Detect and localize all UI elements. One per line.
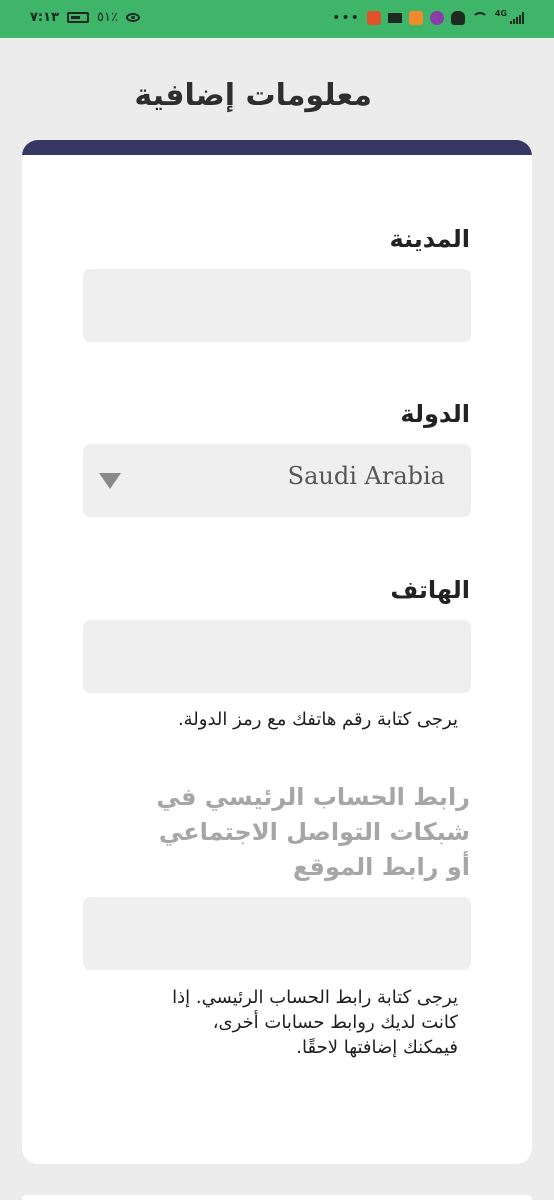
battery-percentage: ٥١٪ — [97, 10, 118, 25]
form-card: المدينة الدولة Saudi Arabia الهاتف يرجى … — [22, 140, 532, 1164]
phone-input[interactable] — [83, 620, 471, 693]
mail-icon — [387, 12, 402, 23]
status-bar: ٧:١٣ ٥١٪ ••• 4G — [0, 0, 554, 38]
social-link-label-line-3: أو رابط الموقع — [292, 853, 470, 881]
social-link-help-line-1: يرجى كتابة رابط الحساب الرئيسي. إذا — [172, 987, 458, 1008]
card-accent-bar — [22, 140, 532, 155]
social-link-label: رابط الحساب الرئيسي في شبكات التواصل الا… — [110, 780, 470, 885]
city-label: المدينة — [389, 225, 470, 253]
battery-icon — [67, 12, 90, 23]
instagram-icon — [429, 10, 444, 25]
social-link-help-text: يرجى كتابة رابط الحساب الرئيسي. إذا كانت… — [172, 985, 458, 1060]
country-label: الدولة — [400, 400, 470, 428]
social-link-label-line-2: شبكات التواصل الاجتماعي — [158, 818, 470, 846]
country-select[interactable]: Saudi Arabia — [83, 444, 471, 517]
city-input[interactable] — [83, 269, 471, 342]
phone-help-text: يرجى كتابة رقم هاتفك مع رمز الدولة. — [177, 709, 458, 730]
dropdown-arrow-icon — [99, 473, 121, 489]
social-link-help-line-2: كانت لديك روابط حسابات أخرى، — [212, 1012, 458, 1033]
status-time: ٧:١٣ — [30, 10, 60, 25]
app-notification-icon — [366, 10, 381, 25]
country-selected-value: Saudi Arabia — [287, 462, 445, 490]
snapchat-icon — [450, 10, 465, 25]
next-card-edge — [22, 1195, 532, 1200]
wifi-icon — [471, 11, 488, 24]
more-notifications-icon: ••• — [332, 9, 360, 26]
page-title: معلومات إضافية — [134, 78, 372, 113]
status-bar-right: ••• 4G — [332, 9, 524, 26]
status-bar-left: ٧:١٣ ٥١٪ — [30, 10, 140, 25]
signal-icon — [510, 11, 524, 24]
play-app-icon — [408, 10, 423, 25]
network-type-label: 4G — [494, 9, 507, 18]
social-link-help-line-3: فيمكنك إضافتها لاحقًا. — [296, 1037, 458, 1058]
social-link-input[interactable] — [83, 897, 471, 970]
social-link-label-line-1: رابط الحساب الرئيسي في — [156, 783, 470, 811]
phone-label: الهاتف — [390, 576, 470, 604]
eye-icon — [125, 13, 140, 22]
